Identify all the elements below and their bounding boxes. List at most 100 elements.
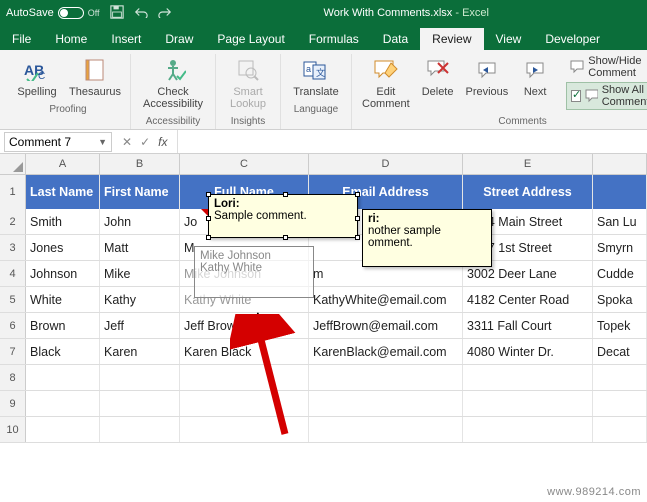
tab-draw[interactable]: Draw (153, 28, 205, 50)
cell[interactable]: Johnson (26, 261, 100, 286)
cell[interactable]: Decat (593, 339, 647, 364)
cell[interactable] (463, 365, 593, 390)
row-header[interactable]: 3 (0, 235, 26, 260)
cancel-icon[interactable]: ✕ (122, 135, 132, 149)
comment-box-1[interactable]: Lori: Sample comment. (208, 194, 358, 238)
tab-file[interactable]: File (0, 28, 43, 50)
col-header-E[interactable]: E (463, 154, 593, 174)
ribbon: ABC Spelling Thesaurus Proofing Check Ac… (0, 50, 647, 130)
row-header[interactable]: 4 (0, 261, 26, 286)
cell[interactable]: Smith (26, 209, 100, 234)
comment-icon (570, 60, 584, 74)
table-row: 8 (0, 365, 647, 391)
cell[interactable] (100, 417, 180, 442)
cell[interactable]: Kathy (100, 287, 180, 312)
enter-icon[interactable]: ✓ (140, 135, 150, 149)
cell[interactable] (26, 417, 100, 442)
translate-button[interactable]: a文 Translate (289, 54, 343, 100)
tab-view[interactable]: View (484, 28, 534, 50)
tab-review[interactable]: Review (420, 28, 483, 50)
column-headers: A B C D E (0, 154, 647, 175)
cell[interactable]: Karen (100, 339, 180, 364)
cell[interactable]: Topek (593, 313, 647, 338)
cell[interactable]: 3311 Fall Court (463, 313, 593, 338)
cell[interactable] (309, 391, 463, 416)
cell[interactable] (593, 365, 647, 390)
row-header[interactable]: 5 (0, 287, 26, 312)
cell[interactable]: Jones (26, 235, 100, 260)
spelling-button[interactable]: ABC Spelling (14, 54, 60, 100)
cell[interactable] (309, 365, 463, 390)
cell[interactable] (309, 417, 463, 442)
header-extra[interactable] (593, 175, 647, 209)
cell[interactable]: White (26, 287, 100, 312)
next-comment-button[interactable]: Next (518, 54, 552, 100)
cell[interactable] (100, 365, 180, 390)
header-firstname[interactable]: First Name (100, 175, 180, 209)
drag-preview-line: Kathy White (200, 262, 308, 274)
col-header-A[interactable]: A (26, 154, 100, 174)
edit-comment-button[interactable]: Edit Comment (360, 54, 412, 112)
cell[interactable]: Spoka (593, 287, 647, 312)
cell[interactable]: John (100, 209, 180, 234)
autosave-toggle[interactable]: AutoSave Off (6, 7, 100, 19)
row-header[interactable]: 6 (0, 313, 26, 338)
cell[interactable] (100, 391, 180, 416)
show-all-comments-button[interactable]: Show All Comments (566, 82, 647, 110)
cell[interactable] (26, 365, 100, 390)
redo-icon[interactable] (158, 6, 172, 21)
cell[interactable]: KarenBlack@email.com (309, 339, 463, 364)
cell[interactable]: Brown (26, 313, 100, 338)
cell[interactable]: Black (26, 339, 100, 364)
cell[interactable]: Jeff (100, 313, 180, 338)
worksheet-grid[interactable]: A B C D E 1 Last Name First Name Full Na… (0, 154, 647, 443)
col-header-F[interactable] (593, 154, 647, 174)
row-header[interactable]: 7 (0, 339, 26, 364)
cell[interactable] (593, 391, 647, 416)
thesaurus-button[interactable]: Thesaurus (68, 54, 122, 100)
comment-box-2[interactable]: ri: nother sample omment. (362, 209, 492, 267)
tab-data[interactable]: Data (371, 28, 420, 50)
cell[interactable]: 4080 Winter Dr. (463, 339, 593, 364)
tab-page-layout[interactable]: Page Layout (205, 28, 296, 50)
previous-comment-button[interactable]: Previous (463, 54, 510, 100)
tab-formulas[interactable]: Formulas (297, 28, 371, 50)
check-accessibility-button[interactable]: Check Accessibility (139, 54, 207, 112)
cell[interactable]: Mike (100, 261, 180, 286)
header-lastname[interactable]: Last Name (26, 175, 100, 209)
fx-icon[interactable]: fx (158, 135, 167, 149)
row-header[interactable]: 8 (0, 365, 26, 390)
col-header-B[interactable]: B (100, 154, 180, 174)
cell[interactable] (463, 417, 593, 442)
col-header-C[interactable]: C (180, 154, 309, 174)
formula-input[interactable] (177, 130, 647, 153)
cell[interactable]: San Lu (593, 209, 647, 234)
cell[interactable]: Matt (100, 235, 180, 260)
cell[interactable]: 4182 Center Road (463, 287, 593, 312)
delete-comment-button[interactable]: Delete (420, 54, 456, 100)
select-all-corner[interactable] (0, 154, 26, 174)
tab-home[interactable]: Home (43, 28, 99, 50)
row-header[interactable]: 2 (0, 209, 26, 234)
name-box[interactable]: Comment 7 ▼ (4, 132, 112, 152)
cell[interactable]: Cudde (593, 261, 647, 286)
save-icon[interactable] (110, 5, 124, 22)
row-header-1[interactable]: 1 (0, 175, 26, 209)
cell[interactable] (593, 417, 647, 442)
cell[interactable]: Smyrn (593, 235, 647, 260)
col-header-D[interactable]: D (309, 154, 463, 174)
app-name: Excel (462, 7, 489, 19)
cell[interactable] (26, 391, 100, 416)
name-box-value: Comment 7 (9, 135, 71, 149)
cell[interactable] (463, 391, 593, 416)
show-hide-comment-label: Show/Hide Comment (588, 55, 647, 79)
tab-insert[interactable]: Insert (99, 28, 153, 50)
tab-developer[interactable]: Developer (533, 28, 612, 50)
undo-icon[interactable] (134, 6, 148, 21)
cell[interactable]: KathyWhite@email.com (309, 287, 463, 312)
row-header[interactable]: 10 (0, 417, 26, 442)
cell[interactable]: JeffBrown@email.com (309, 313, 463, 338)
show-hide-comment-button[interactable]: Show/Hide Comment (566, 54, 647, 80)
header-street[interactable]: Street Address (463, 175, 593, 209)
row-header[interactable]: 9 (0, 391, 26, 416)
